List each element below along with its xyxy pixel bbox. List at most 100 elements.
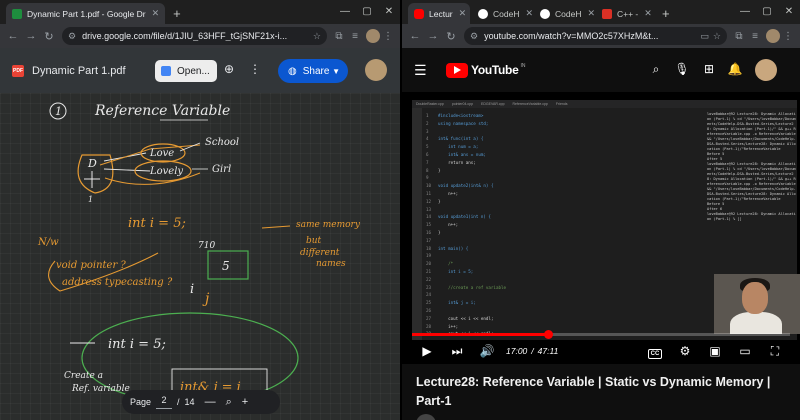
play-icon[interactable]: ▶: [412, 344, 442, 358]
maximize-icon[interactable]: ▢: [356, 6, 378, 17]
back-icon[interactable]: ←: [4, 30, 22, 42]
share-dropdown-icon[interactable]: ▼: [332, 67, 340, 76]
tab-youtube-lecture[interactable]: Lectur ✕: [408, 3, 470, 24]
forward-icon[interactable]: →: [22, 30, 40, 42]
settings-gear-icon[interactable]: ⚙: [670, 344, 700, 359]
youtube-wordmark[interactable]: YouTube: [471, 63, 519, 77]
captions-button[interactable]: CC: [640, 344, 670, 359]
code-line: 3: [426, 128, 429, 134]
address-bar-row: ← → ↻ ⚙ youtube.com/watch?v=MMO2c57XHzM&…: [402, 24, 800, 48]
browser-menu-icon[interactable]: ⋮: [780, 31, 796, 42]
code-line: 7 return ans;: [426, 159, 476, 165]
word-girl: Girl: [212, 164, 231, 175]
url-field[interactable]: ⚙ youtube.com/watch?v=MMO2c57XHzM&t... ▭…: [464, 27, 727, 45]
tab-cpp[interactable]: C++ - ✕: [596, 3, 654, 24]
tab-title: CodeH: [493, 8, 520, 19]
code-line: 20 /*: [426, 261, 454, 267]
close-tab-icon[interactable]: ✕: [644, 8, 652, 19]
miniplayer-icon[interactable]: ▣: [700, 344, 730, 359]
volume-icon[interactable]: 🔊: [472, 344, 502, 358]
video-player[interactable]: DoubleRaster.cpp pointer04.cpp EDGEVAR.cpp…: [402, 92, 800, 364]
site-info-icon[interactable]: ⚙: [470, 31, 478, 42]
minimize-icon[interactable]: —: [334, 6, 356, 17]
close-tab-icon[interactable]: ✕: [587, 8, 594, 19]
code-line: 15 n++;: [426, 222, 459, 228]
code-line: 26: [426, 307, 432, 313]
close-tab-icon[interactable]: ✕: [525, 8, 532, 19]
menu-icon[interactable]: ☰: [414, 62, 434, 79]
minimize-icon[interactable]: —: [734, 6, 756, 17]
bookmark-star-icon[interactable]: ☆: [313, 31, 321, 42]
page-number-input[interactable]: 2: [156, 395, 173, 409]
notifications-bell-icon[interactable]: 🔔: [727, 62, 743, 78]
close-window-icon[interactable]: ✕: [778, 6, 800, 17]
code-line: 6 int& ans = num;: [426, 151, 486, 157]
editor-tab: DoubleRaster.cpp: [416, 102, 444, 106]
terminal-output: loveBabbar@92 Lecture28: Dynamic Allocat…: [707, 112, 797, 222]
channel-avatar[interactable]: [755, 59, 777, 81]
tab-strip-right: Lectur ✕ CodeH ✕ CodeH ✕ C++ - ✕ + — ▢ ✕: [402, 0, 800, 24]
code-line: 28 i++;: [426, 323, 459, 329]
youtube-browser-window: Lectur ✕ CodeH ✕ CodeH ✕ C++ - ✕ + — ▢ ✕…: [402, 0, 800, 420]
youtube-logo-icon[interactable]: [446, 62, 468, 78]
back-icon[interactable]: ←: [406, 30, 424, 42]
cast-icon[interactable]: ▭: [700, 31, 709, 42]
account-avatar[interactable]: [365, 59, 387, 81]
add-shortcut-icon[interactable]: ⊕: [220, 62, 238, 80]
new-tab-button[interactable]: +: [167, 3, 187, 24]
profile-avatar[interactable]: [366, 29, 380, 43]
close-window-icon[interactable]: ✕: [378, 6, 400, 17]
fullscreen-icon[interactable]: ⛶: [760, 344, 790, 359]
create-video-icon[interactable]: ⊞: [701, 62, 717, 78]
code-line: 12}: [426, 198, 441, 204]
share-label: Share: [302, 65, 330, 77]
channel-avatar-small[interactable]: [416, 414, 436, 420]
profile-avatar[interactable]: [766, 29, 780, 43]
code-declaration-2: int i = 5;: [108, 337, 166, 352]
scrubber-handle[interactable]: [544, 330, 554, 339]
open-with-button[interactable]: Open...: [155, 60, 217, 82]
tab-codehelp-2[interactable]: CodeH ✕: [534, 3, 594, 24]
reading-list-icon[interactable]: ≡: [747, 31, 763, 42]
github-icon: [540, 8, 550, 19]
extensions-icon[interactable]: ⧉: [731, 31, 747, 42]
url-field[interactable]: ⚙ drive.google.com/file/d/1JIU_63HFF_tGj…: [62, 27, 327, 45]
zoom-out-icon[interactable]: —: [205, 396, 216, 408]
more-options-icon[interactable]: ⋮: [246, 62, 264, 80]
forward-icon[interactable]: →: [424, 30, 442, 42]
new-tab-button[interactable]: +: [656, 3, 676, 24]
url-text: drive.google.com/file/d/1JIU_63HFF_tGjSN…: [82, 31, 288, 41]
notes-heading: Reference Variable: [94, 103, 230, 119]
pdf-file-name: Dynamic Part 1.pdf: [32, 64, 126, 77]
pdf-page-canvas: 1 Reference Variable D 1 Love Lovely Sch…: [0, 93, 400, 420]
browser-menu-icon[interactable]: ⋮: [380, 31, 396, 42]
window-controls: — ▢ ✕: [334, 0, 400, 22]
theater-mode-icon[interactable]: ▭: [730, 344, 760, 359]
drive-browser-window: Dynamic Part 1.pdf - Google Dr ✕ + — ▢ ✕…: [0, 0, 400, 420]
address-value: 710: [198, 241, 215, 251]
progress-bar[interactable]: [412, 330, 790, 339]
maximize-icon[interactable]: ▢: [756, 6, 778, 17]
site-info-icon[interactable]: ⚙: [68, 31, 76, 42]
extensions-icon[interactable]: ⧉: [331, 31, 347, 42]
person-label: D: [87, 157, 97, 170]
tab-drive-pdf[interactable]: Dynamic Part 1.pdf - Google Dr ✕: [6, 3, 166, 24]
tab-title: Dynamic Part 1.pdf - Google Dr: [27, 8, 146, 19]
search-icon[interactable]: ⌕: [648, 62, 664, 78]
next-icon[interactable]: ⏭: [442, 344, 472, 359]
code-line: 17: [426, 237, 432, 243]
code-line: 21 int i = 5;: [426, 268, 474, 274]
reading-list-icon[interactable]: ≡: [347, 31, 363, 42]
microphone-icon[interactable]: 🎙: [674, 62, 690, 78]
bookmark-star-icon[interactable]: ☆: [713, 31, 721, 42]
zoom-in-icon[interactable]: +: [242, 396, 248, 408]
reload-icon[interactable]: ↻: [442, 30, 460, 43]
tab-codehelp-1[interactable]: CodeH ✕: [472, 3, 532, 24]
page-label: Page: [130, 397, 152, 407]
share-button[interactable]: ◍ Share ▼: [278, 59, 348, 83]
close-tab-icon[interactable]: ✕: [459, 8, 467, 19]
circled-number: 1: [55, 105, 62, 118]
zoom-icon[interactable]: ⌕: [226, 396, 232, 409]
reload-icon[interactable]: ↻: [40, 30, 58, 43]
close-tab-icon[interactable]: ✕: [152, 8, 160, 19]
